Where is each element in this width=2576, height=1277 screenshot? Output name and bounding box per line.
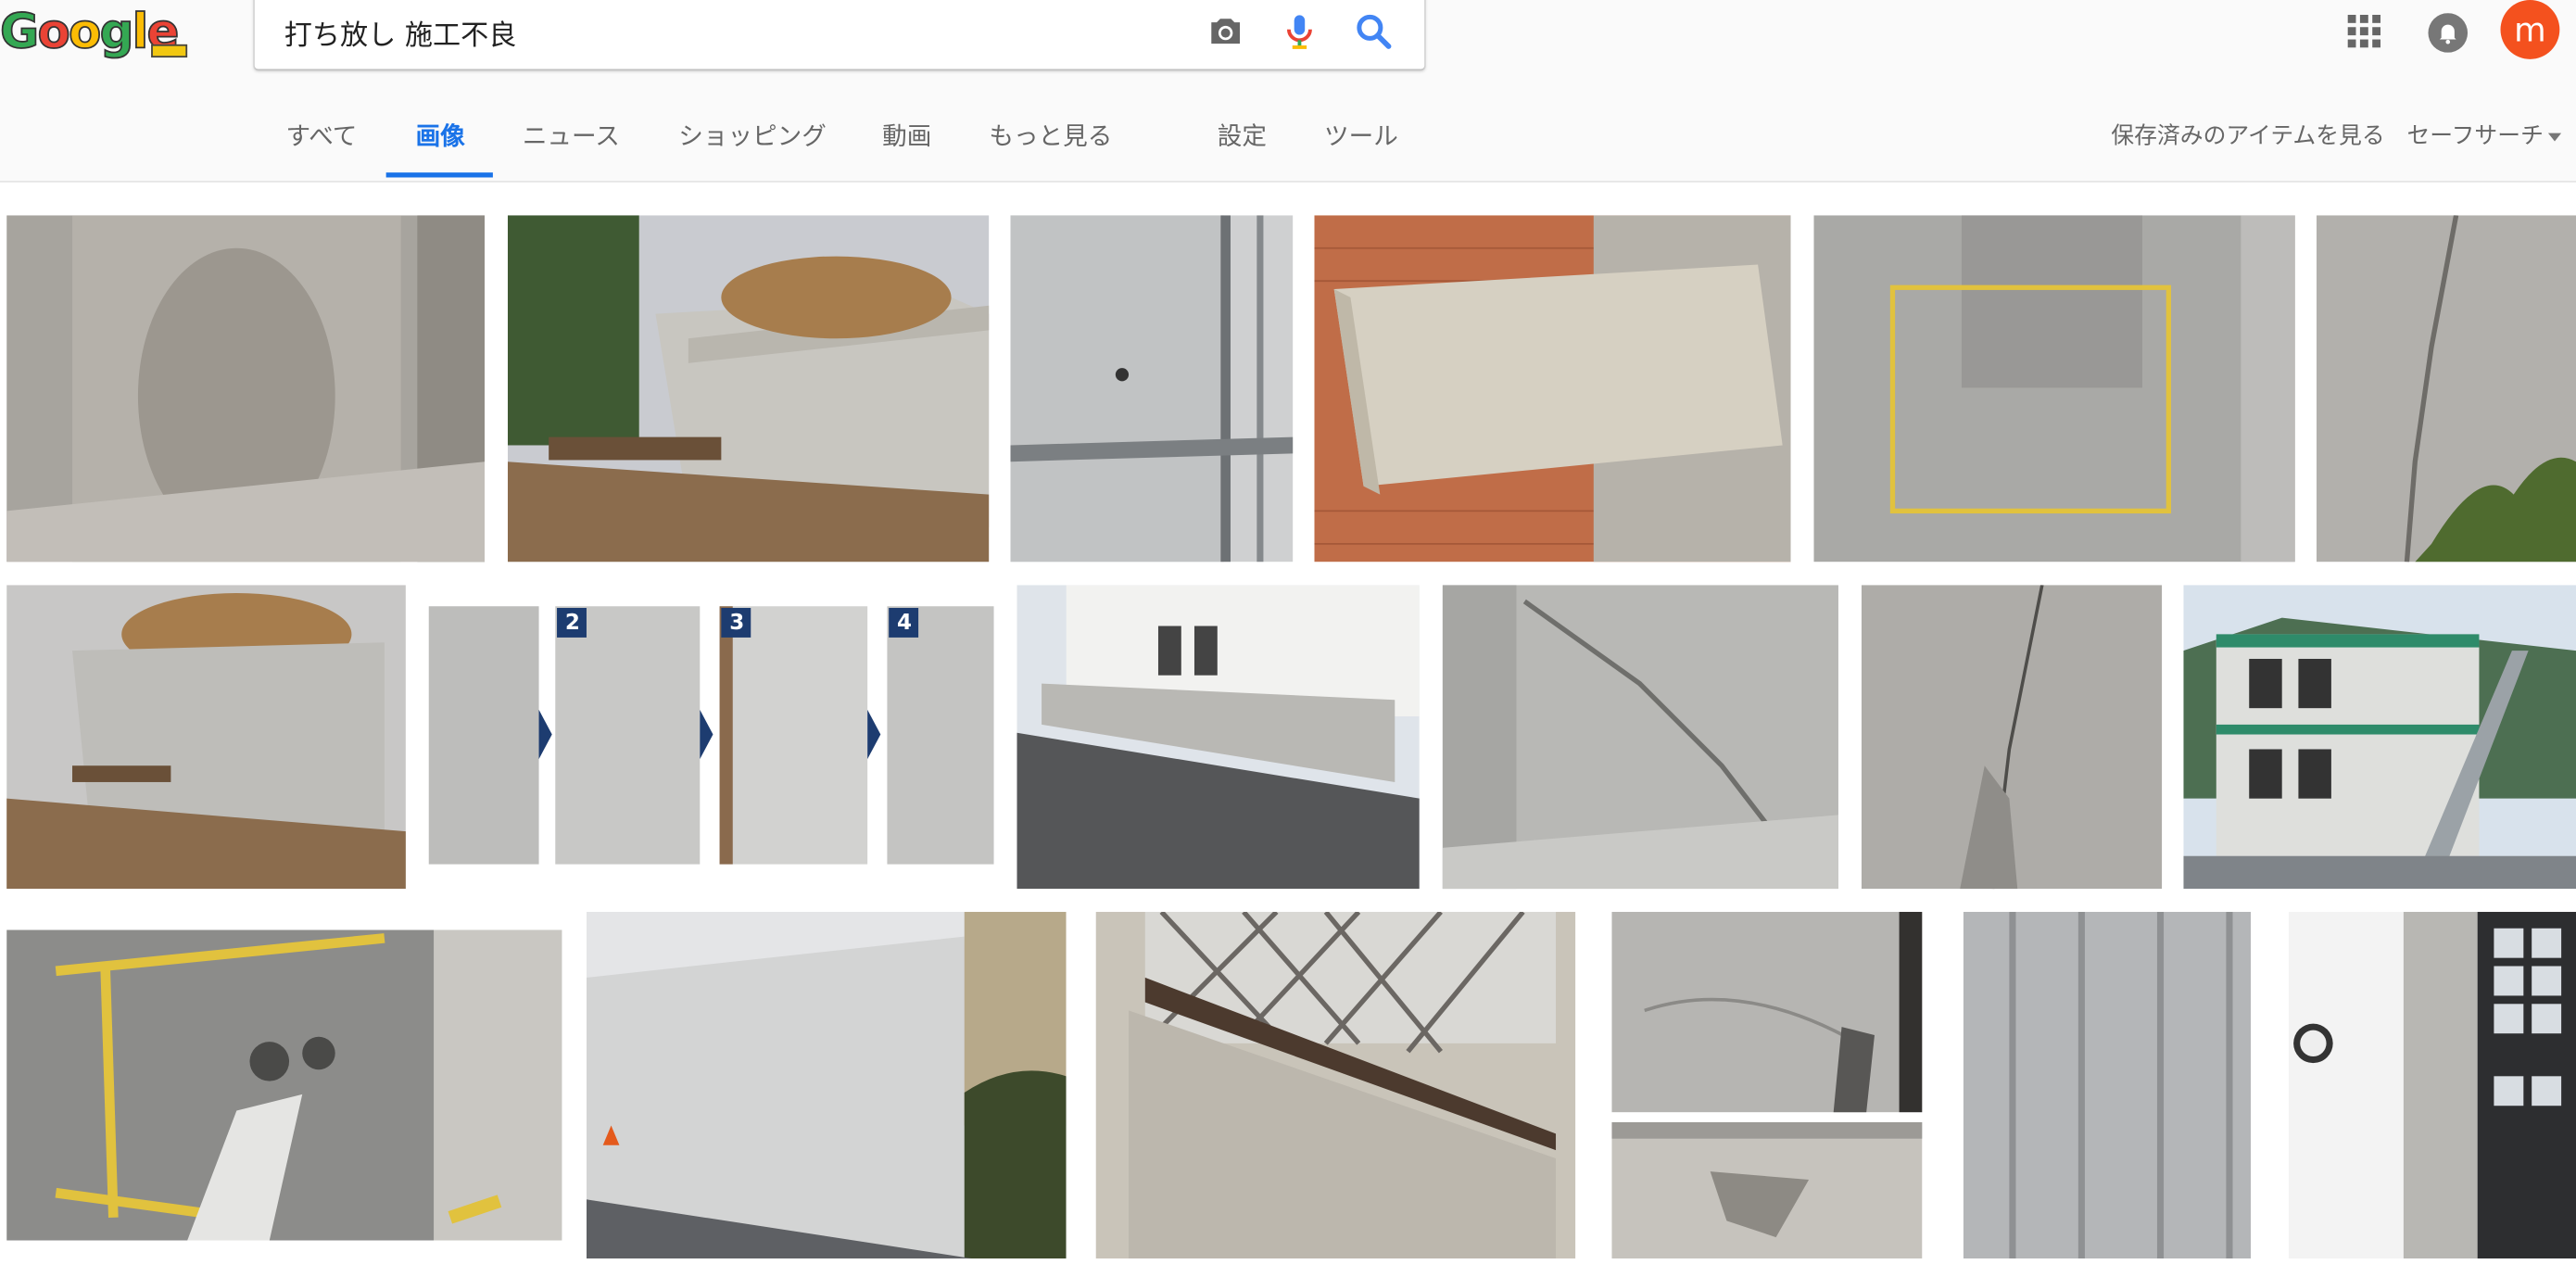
image-result[interactable] [2183, 585, 2576, 890]
image-result[interactable] [1611, 912, 1923, 1113]
chevron-down-icon [2548, 132, 2562, 141]
image-result[interactable] [1095, 912, 1576, 1259]
step-number: 3 [729, 611, 745, 637]
logo[interactable]: G o o g l e [0, 3, 188, 59]
image-result[interactable] [1611, 1121, 1923, 1259]
active-tab-indicator [385, 172, 493, 178]
image-result[interactable] [1442, 585, 1838, 890]
image-result[interactable] [1861, 585, 2163, 890]
image-result[interactable] [586, 912, 1067, 1259]
search-input[interactable] [284, 13, 1172, 50]
mic-icon[interactable] [1278, 10, 1320, 53]
tab-images[interactable]: 画像 [416, 119, 465, 153]
tab-bar: すべて 画像 ニュース ショッピング 動画 もっと見る 設定 ツール 保存済みの… [0, 98, 2576, 181]
tab-settings[interactable]: 設定 [1218, 119, 1267, 153]
search-icon[interactable] [1352, 10, 1395, 53]
image-result[interactable]: 2 3 4 [426, 602, 994, 868]
image-result[interactable] [1017, 585, 1420, 890]
image-result[interactable] [2288, 912, 2576, 1259]
safesearch-label: セーフサーチ [2406, 122, 2544, 150]
bell-icon[interactable] [2428, 13, 2469, 53]
saved-items-link[interactable]: 保存済みのアイテムを見る [2111, 119, 2384, 151]
image-result[interactable] [1010, 215, 1294, 563]
step-number: 2 [564, 611, 580, 637]
image-result[interactable] [6, 929, 562, 1241]
tab-news[interactable]: ニュース [523, 119, 620, 153]
image-result[interactable] [1813, 215, 2295, 563]
image-result[interactable] [6, 215, 486, 563]
logo-letter: o [68, 3, 102, 59]
header: G o o g l e m すべて 画像 ニュース ショッピング 動 [0, 0, 2576, 183]
tab-videos[interactable]: 動画 [882, 119, 931, 153]
logo-letter: g [99, 3, 135, 59]
tab-shopping[interactable]: ショッピング [678, 119, 827, 153]
image-result[interactable] [1963, 912, 2252, 1259]
image-result[interactable] [507, 215, 990, 563]
tab-more[interactable]: もっと見る [989, 119, 1112, 153]
logo-letter: l [132, 3, 149, 59]
tab-all[interactable]: すべて [286, 119, 358, 153]
search-box [254, 0, 1425, 70]
image-result[interactable] [2316, 215, 2576, 563]
image-result[interactable] [6, 585, 406, 890]
safesearch-menu[interactable]: セーフサーチ [2406, 119, 2562, 151]
logo-letter: G [0, 3, 40, 59]
image-result[interactable] [1314, 215, 1791, 563]
tab-tools[interactable]: ツール [1324, 119, 1398, 153]
step-number: 4 [897, 611, 913, 637]
logo-letter: o [37, 3, 71, 59]
avatar[interactable]: m [2500, 0, 2560, 59]
logo-tag [151, 44, 188, 58]
camera-icon[interactable] [1205, 10, 1247, 53]
apps-grid-icon[interactable] [2347, 14, 2381, 48]
